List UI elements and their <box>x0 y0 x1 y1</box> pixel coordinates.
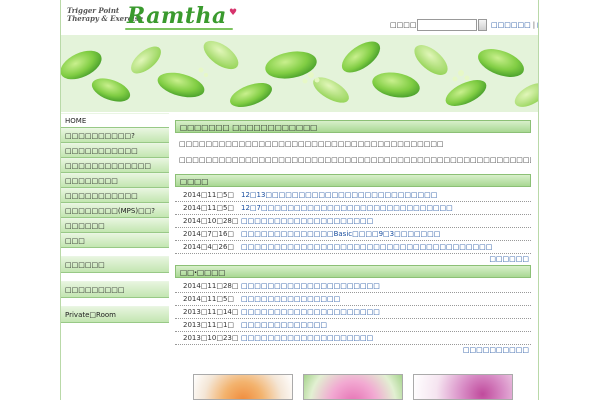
blog-link[interactable]: □□□□□□□□□□□□□□□ <box>241 293 340 305</box>
news-row: 2014□4□26□ □□□□□□□□□□□□□□□□□□□□□□□□□□□□□… <box>175 241 531 254</box>
heart-icon: ♥ <box>229 8 238 18</box>
blog-date: 2013□11□1□ <box>183 321 235 329</box>
nav-item-8[interactable]: □□□□□□ <box>61 218 169 233</box>
nav-gap <box>61 248 169 256</box>
news-row: 2014□10□28□ □□□□□□□□□□□□□□□□□□□□ <box>175 215 531 228</box>
nav-gap <box>61 298 169 306</box>
blog-date: 2013□10□23□ <box>183 334 239 342</box>
blog-link[interactable]: □□□□□□□□□□□□□ <box>241 319 327 331</box>
news-row: 2014□7□16□ □□□□□□□□□□□□□□Basic□□□□9□3□□□… <box>175 228 531 241</box>
nav-gap <box>61 273 169 281</box>
news-link[interactable]: □□□□□□□□□□□□□□□□□□□□□□□□□□□□□□□□□□□□□□ <box>241 241 492 253</box>
header-links: □□□□□□|□□□□ <box>491 21 538 29</box>
news-row: 2014□11□5□ 12□7□□□□□□□□□□□□□□□□□□□□□□□□□… <box>175 202 531 215</box>
flower-photo-2[interactable] <box>303 374 403 400</box>
nav-item-6[interactable]: □□□□□□□□□□□ <box>61 188 169 203</box>
nav-item-10[interactable]: □□□□□□ <box>61 256 169 273</box>
nav-item-2[interactable]: □□□□□□□□□□? <box>61 128 169 143</box>
news-date: 2014□7□16□ <box>183 230 235 238</box>
news-link[interactable]: 12□13□□□□□□□□□□□□□□□□□□□□□□□□□□ <box>241 189 437 201</box>
intro-text-line2: □□□□□□□□□□□□□□□□□□□□□□□□□□□□□□□□□□□□□□□□… <box>179 156 531 164</box>
sidebar-nav: HOME □□□□□□□□□□? □□□□□□□□□□□ □□□□□□□□□□□… <box>61 113 169 323</box>
news-row: 2014□11□5□ 12□13□□□□□□□□□□□□□□□□□□□□□□□□… <box>175 189 531 202</box>
nav-item-11[interactable]: □□□□□□□□□ <box>61 281 169 298</box>
blog-row: 2013□11□14□ □□□□□□□□□□□□□□□□□□□□□ <box>175 306 531 319</box>
news-date: 2014□4□26□ <box>183 243 235 251</box>
nav-item-9[interactable]: □□□ <box>61 233 169 248</box>
nav-item-private-room[interactable]: Private□Room <box>61 306 169 323</box>
nav-item-home[interactable]: HOME <box>61 113 169 128</box>
page-container: Trigger Point Therapy & Exercise Ramtha … <box>60 0 539 400</box>
news-date: 2014□11□5□ <box>183 191 235 199</box>
blog-date: 2014□11□28□ <box>183 282 239 290</box>
news-link[interactable]: □□□□□□□□□□□□□□□□□□□□ <box>241 215 373 227</box>
intro-text-line1: □□□□□□□□□□□□□□□□□□□□□□□□□□□□□□□□□□□□□□□□ <box>179 140 444 148</box>
leaf-illustration <box>61 35 538 112</box>
search-button[interactable] <box>478 19 487 31</box>
news-more-link[interactable]: □□□□□□ <box>175 254 531 265</box>
nav-item-5[interactable]: □□□□□□□□ <box>61 173 169 188</box>
blog-link[interactable]: □□□□□□□□□□□□□□□□□□□□□ <box>241 306 380 318</box>
blog-date: 2014□11□5□ <box>183 295 235 303</box>
site-header: Trigger Point Therapy & Exercise Ramtha … <box>61 0 538 35</box>
flower-photo-1[interactable] <box>193 374 293 400</box>
leaf-banner-image <box>61 35 538 112</box>
blog-link[interactable]: □□□□□□□□□□□□□□□□□□□□ <box>241 332 373 344</box>
blog-date: 2013□11□14□ <box>183 308 239 316</box>
blog-row: 2014□11□5□ □□□□□□□□□□□□□□□ <box>175 293 531 306</box>
logo[interactable]: Ramtha <box>127 3 227 29</box>
header-link-1[interactable]: □□□□□□ <box>491 21 531 29</box>
nav-item-mps[interactable]: □□□□□□□□(MPS)□□? <box>61 203 169 218</box>
logo-underline <box>125 28 233 30</box>
news-date: 2014□10□28□ <box>183 217 239 225</box>
blog-heading: □□·□□□□ <box>175 265 531 278</box>
blog-more-link[interactable]: □□□□□□□□□□ <box>175 345 531 356</box>
news-link[interactable]: 12□7□□□□□□□□□□□□□□□□□□□□□□□□□□□□□ <box>241 202 453 214</box>
news-heading: □□□□ <box>175 174 531 187</box>
intro-heading: □□□□□□□ □□□□□□□□□□□□ <box>175 120 531 133</box>
news-link[interactable]: □□□□□□□□□□□□□□Basic□□□□9□3□□□□□□□ <box>241 228 440 240</box>
flower-photo-3[interactable] <box>413 374 513 400</box>
blog-row: 2013□11□1□ □□□□□□□□□□□□□ <box>175 319 531 332</box>
main-content: □□□□□□□ □□□□□□□□□□□□ □□□□□□□□□□□□□□□□□□□… <box>175 120 531 356</box>
blog-link[interactable]: □□□□□□□□□□□□□□□□□□□□□ <box>241 280 380 292</box>
header-link-2[interactable]: □□□□ <box>537 21 538 29</box>
nav-item-4[interactable]: □□□□□□□□□□□□□ <box>61 158 169 173</box>
news-date: 2014□11□5□ <box>183 204 235 212</box>
nav-item-3[interactable]: □□□□□□□□□□□ <box>61 143 169 158</box>
search-input[interactable] <box>417 19 477 31</box>
blog-row: 2014□11□28□ □□□□□□□□□□□□□□□□□□□□□ <box>175 280 531 293</box>
blog-row: 2013□10□23□ □□□□□□□□□□□□□□□□□□□□ <box>175 332 531 345</box>
